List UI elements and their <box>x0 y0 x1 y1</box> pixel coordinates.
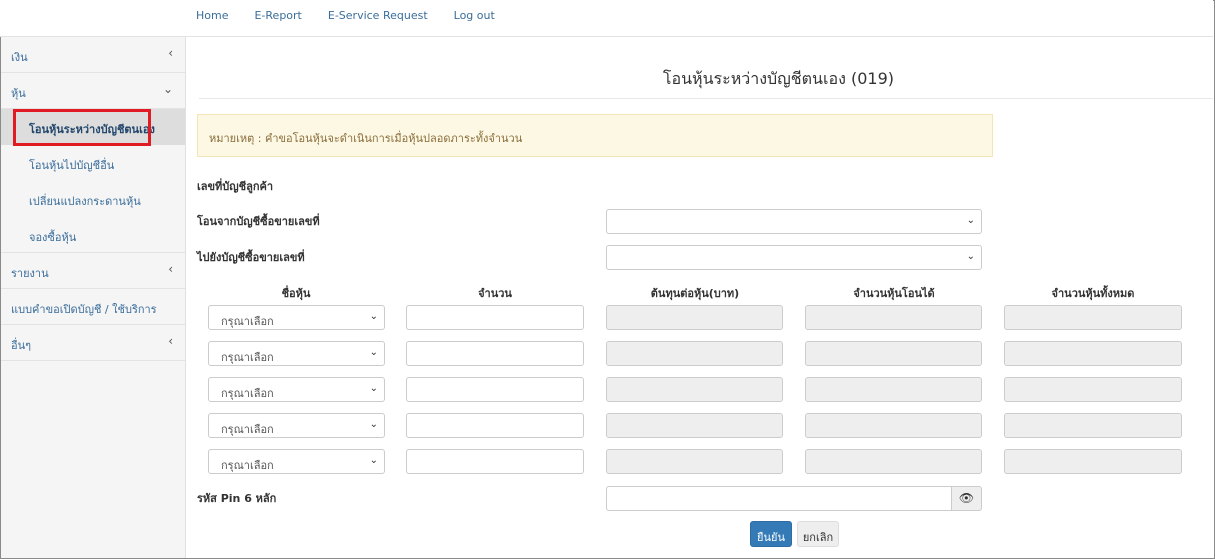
nav-ereport-link[interactable]: E-Report <box>254 9 301 22</box>
to-account-select[interactable]: ⌄ <box>606 245 982 270</box>
eye-icon[interactable]: 👁 <box>952 486 982 511</box>
col-header-transferable: จำนวนหุ้นโอนได้ <box>853 287 935 300</box>
page-title: โอนหุ้นระหว่างบัญชีตนเอง (019) <box>662 69 894 88</box>
sidebar-item-label: เปลี่ยนแปลงกระดานหุ้น <box>29 195 141 208</box>
sidebar-subitem-subscribe[interactable]: จองซื้อหุ้น <box>1 217 185 253</box>
sidebar-item-money[interactable]: เงิน ‹ <box>1 37 185 73</box>
total-field <box>1004 305 1182 330</box>
transferable-field <box>805 377 982 402</box>
pin-input[interactable] <box>606 486 952 511</box>
sidebar-subitem-transfer-other[interactable]: โอนหุ้นไปบัญชีอื่น <box>1 145 185 181</box>
chevron-down-icon: ⌄ <box>369 455 378 466</box>
note-alert: หมายเหตุ : คำขอโอนหุ้นจะดำเนินการเมื่อหุ… <box>197 114 993 157</box>
transferable-field <box>805 413 982 438</box>
customer-account-label: เลขที่บัญชีลูกค้า <box>197 180 274 193</box>
stock-select[interactable]: กรุณาเลือก ⌄ <box>208 305 385 330</box>
confirm-button[interactable]: ยืนยัน <box>750 521 792 547</box>
nav-eservice-link[interactable]: E-Service Request <box>328 9 428 22</box>
chevron-left-icon: ‹ <box>168 262 173 276</box>
sidebar-item-label: รายงาน <box>11 267 49 280</box>
sidebar-item-others[interactable]: อื่นๆ ‹ <box>1 325 185 361</box>
chevron-down-icon: ⌄ <box>369 383 378 394</box>
sidebar-item-label: แบบคำขอเปิดบัญชี / ใช้บริการ <box>11 303 157 316</box>
nav-home-link[interactable]: Home <box>196 9 228 22</box>
pin-label: รหัส Pin 6 หลัก <box>197 492 277 505</box>
top-navbar: Home E-Report E-Service Request Log out <box>0 0 1213 37</box>
sidebar-item-label: หุ้น <box>11 87 26 100</box>
transferable-field <box>805 449 982 474</box>
cost-field <box>606 305 783 330</box>
transferable-field <box>805 305 982 330</box>
cost-field <box>606 413 783 438</box>
sidebar-item-report[interactable]: รายงาน ‹ <box>1 253 185 289</box>
stock-select[interactable]: กรุณาเลือก ⌄ <box>208 413 385 438</box>
sidebar-subitem-transfer-own[interactable]: โอนหุ้นระหว่างบัญชีตนเอง <box>1 109 185 146</box>
highlight-box <box>13 109 151 146</box>
nav-logout-link[interactable]: Log out <box>454 9 495 22</box>
col-header-cost: ต้นทุนต่อหุ้น(บาท) <box>650 287 740 300</box>
sidebar-item-stock[interactable]: หุ้น ⌄ <box>1 73 185 109</box>
quantity-input[interactable] <box>406 413 584 438</box>
sidebar-item-label: อื่นๆ <box>11 339 32 352</box>
total-field <box>1004 449 1182 474</box>
sidebar-subitem-change-board[interactable]: เปลี่ยนแปลงกระดานหุ้น <box>1 181 185 217</box>
cost-field <box>606 377 783 402</box>
chevron-left-icon: ‹ <box>168 46 173 60</box>
quantity-input[interactable] <box>406 305 584 330</box>
stock-select[interactable]: กรุณาเลือก ⌄ <box>208 449 385 474</box>
sidebar-item-label: โอนหุ้นไปบัญชีอื่น <box>29 159 115 172</box>
col-header-stock-name: ชื่อหุ้น <box>281 287 311 300</box>
transferable-field <box>805 341 982 366</box>
quantity-input[interactable] <box>406 377 584 402</box>
sidebar-item-label: จองซื้อหุ้น <box>29 231 77 244</box>
chevron-down-icon: ⌄ <box>369 311 378 322</box>
cost-field <box>606 449 783 474</box>
sidebar: เงิน ‹ หุ้น ⌄ โอนหุ้นระหว่างบัญชีตนเอง โ… <box>1 37 186 558</box>
from-account-select[interactable]: ⌄ <box>606 209 982 234</box>
chevron-down-icon: ⌄ <box>966 251 975 262</box>
total-field <box>1004 413 1182 438</box>
quantity-input[interactable] <box>406 341 584 366</box>
chevron-down-icon: ⌄ <box>369 419 378 430</box>
from-account-label: โอนจากบัญชีซื้อขายเลขที่ <box>197 215 320 228</box>
col-header-total: จำนวนหุ้นทั้งหมด <box>1051 287 1135 300</box>
chevron-left-icon: ‹ <box>168 334 173 348</box>
col-header-quantity: จำนวน <box>478 287 512 300</box>
stock-select[interactable]: กรุณาเลือก ⌄ <box>208 341 385 366</box>
to-account-label: ไปยังบัญชีซื้อขายเลขที่ <box>197 251 305 264</box>
sidebar-item-label: เงิน <box>11 51 28 64</box>
chevron-down-icon: ⌄ <box>966 215 975 226</box>
cancel-button[interactable]: ยกเลิก <box>797 521 839 547</box>
quantity-input[interactable] <box>406 449 584 474</box>
sidebar-item-forms[interactable]: แบบคำขอเปิดบัญชี / ใช้บริการ <box>1 289 185 325</box>
total-field <box>1004 341 1182 366</box>
stock-select[interactable]: กรุณาเลือก ⌄ <box>208 377 385 402</box>
title-divider <box>199 98 1213 99</box>
chevron-down-icon: ⌄ <box>162 82 173 96</box>
main-content: โอนหุ้นระหว่างบัญชีตนเอง (019) หมายเหตุ … <box>187 37 1213 558</box>
total-field <box>1004 377 1182 402</box>
chevron-down-icon: ⌄ <box>369 347 378 358</box>
cost-field <box>606 341 783 366</box>
